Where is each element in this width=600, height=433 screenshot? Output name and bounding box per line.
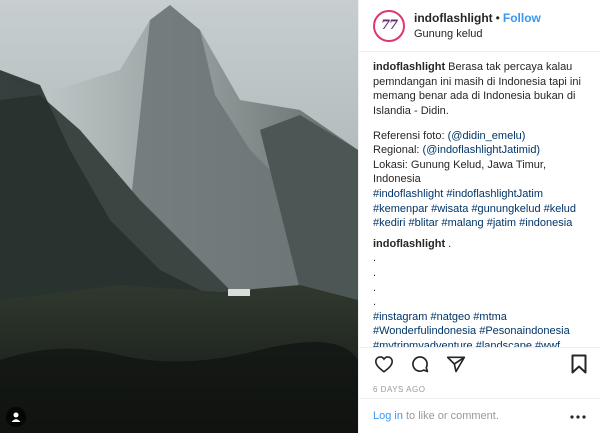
follow-button[interactable]: Follow xyxy=(503,11,541,25)
reference-line: Referensi foto: (@didin_emelu) xyxy=(373,129,590,144)
ref-handle-link[interactable]: (@didin_emelu) xyxy=(448,130,526,142)
post-photo[interactable] xyxy=(0,0,358,433)
more-icon[interactable] xyxy=(570,410,586,422)
login-prompt-text: to like or comment. xyxy=(405,409,499,422)
caption-username[interactable]: indoflashlight xyxy=(373,61,445,73)
header-text: indoflashlight • Follow Gunung kelud xyxy=(414,10,541,42)
regional-line: Regional: (@indoflashlightJatimid) xyxy=(373,143,590,158)
regional-handle-link[interactable]: (@indoflashlightJatimid) xyxy=(423,144,541,156)
heart-icon[interactable] xyxy=(373,353,395,375)
regional-label: Regional: xyxy=(373,144,420,157)
share-icon[interactable] xyxy=(445,353,467,375)
avatar[interactable]: 77 xyxy=(373,9,405,42)
location-line: Lokasi: Gunung Kelud, Jawa Timur, Indone… xyxy=(373,158,547,186)
header-username[interactable]: indoflashlight xyxy=(414,11,493,25)
post-header: 77 indoflashlight • Follow Gunung kelud xyxy=(359,0,600,53)
separator-dot: • xyxy=(495,10,500,25)
comment-dot: . xyxy=(373,281,377,294)
comment-head: indoflashlight . xyxy=(373,237,590,252)
login-bar: Log in to like or comment. xyxy=(359,397,600,433)
login-link[interactable]: Log in xyxy=(373,410,403,422)
post-timestamp[interactable]: 6 DAYS AGO xyxy=(359,381,600,398)
comment-dot: . xyxy=(373,266,377,279)
user-tag-icon[interactable] xyxy=(6,407,26,427)
ref-label: Referensi foto: xyxy=(373,129,445,142)
action-bar xyxy=(359,347,600,381)
avatar-logo: 77 xyxy=(376,12,402,39)
post-sidebar: 77 indoflashlight • Follow Gunung kelud in… xyxy=(358,0,600,433)
bookmark-icon[interactable] xyxy=(568,353,590,375)
location-link[interactable]: Gunung kelud xyxy=(414,26,541,42)
comment-hashtags[interactable]: #instagram #natgeo #mtma #Wonderfulindon… xyxy=(373,310,590,347)
comments-area: indoflashlight Berasa tak percaya kalau … xyxy=(359,52,600,347)
comment-username[interactable]: indoflashlight xyxy=(373,238,445,250)
comment-dot: . xyxy=(373,252,377,265)
mountain-photo xyxy=(0,0,358,433)
instagram-post: 77 indoflashlight • Follow Gunung kelud in… xyxy=(0,0,600,433)
caption-body: indoflashlight Berasa tak percaya kalau … xyxy=(373,60,590,118)
comment-icon[interactable] xyxy=(409,353,431,375)
comment-dot: . xyxy=(373,296,377,309)
caption-hashtags[interactable]: #indoflashlight #indoflashlightJatim #ke… xyxy=(373,187,590,231)
comment-suffix: . xyxy=(445,237,452,250)
